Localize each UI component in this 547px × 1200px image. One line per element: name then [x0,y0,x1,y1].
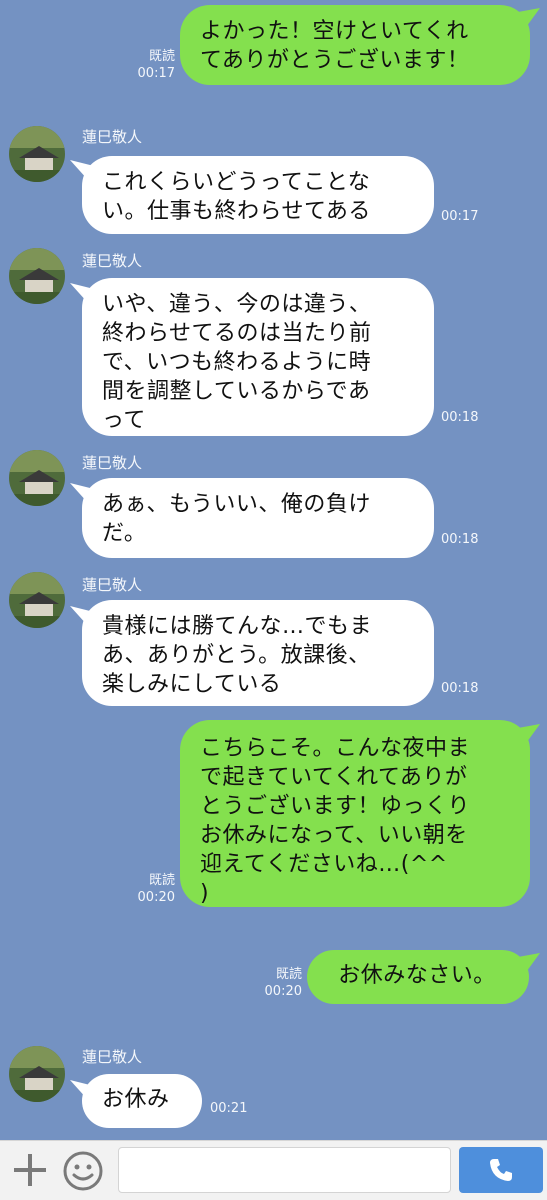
message-bubble-incoming[interactable]: いや、違う、今のは違う、 終わらせてるのは当たり前 で、いつも終わるように時 間… [82,278,434,436]
timestamp: 00:20 [264,984,302,999]
message-bubble-incoming[interactable]: お休み [82,1074,202,1128]
avatar[interactable] [9,126,65,182]
message-input-bar [0,1140,547,1200]
avatar[interactable] [9,450,65,506]
timestamp: 00:17 [441,209,479,224]
read-receipt: 既読 [275,967,302,982]
avatar[interactable] [9,572,65,628]
timestamp: 00:20 [137,890,175,905]
message-bubble-outgoing[interactable]: こちらこそ。こんな夜中ま で起きていてくれてありが とうございます！ゆっくり お… [180,720,530,907]
sender-name: 蓮巳敬人 [82,128,143,146]
phone-icon [490,1159,512,1181]
message-bubble-outgoing[interactable]: お休みなさい。 [307,950,529,1004]
message-bubble-incoming[interactable]: 貴様には勝てんな…でもま あ、ありがとう。放課後、 楽しみにしている [82,600,434,706]
avatar[interactable] [9,1046,65,1102]
timestamp: 00:18 [441,532,479,547]
timestamp: 00:18 [441,681,479,696]
message-bubble-incoming[interactable]: あぁ、もういい、俺の負け だ。 [82,478,434,558]
avatar[interactable] [9,248,65,304]
plus-icon[interactable] [12,1152,48,1188]
smile-icon[interactable] [62,1150,104,1192]
read-receipt: 既読 [148,873,175,888]
timestamp: 00:17 [137,66,175,81]
timestamp: 00:18 [441,410,479,425]
message-bubble-outgoing[interactable]: よかった！空けといてくれ てありがとうございます！ [180,5,530,85]
chat-area: 既読 00:17 よかった！空けといてくれ てありがとうございます！ 蓮巳敬人 … [0,0,547,1140]
bubble-tail [518,953,540,975]
sender-name: 蓮巳敬人 [82,252,143,270]
message-meta: 既読 00:20 [255,966,302,1000]
sender-name: 蓮巳敬人 [82,576,143,594]
call-button[interactable] [459,1147,543,1193]
message-bubble-incoming[interactable]: これくらいどうってことな い。仕事も終わらせてある [82,156,434,234]
sender-name: 蓮巳敬人 [82,1048,143,1066]
timestamp: 00:21 [210,1101,248,1116]
read-receipt: 既読 [148,49,175,64]
message-meta: 既読 00:17 [128,48,175,82]
message-text-field[interactable] [118,1147,451,1193]
sender-name: 蓮巳敬人 [82,454,143,472]
bubble-tail [518,724,540,746]
message-meta: 既読 00:20 [128,872,175,906]
bubble-tail [518,8,540,30]
